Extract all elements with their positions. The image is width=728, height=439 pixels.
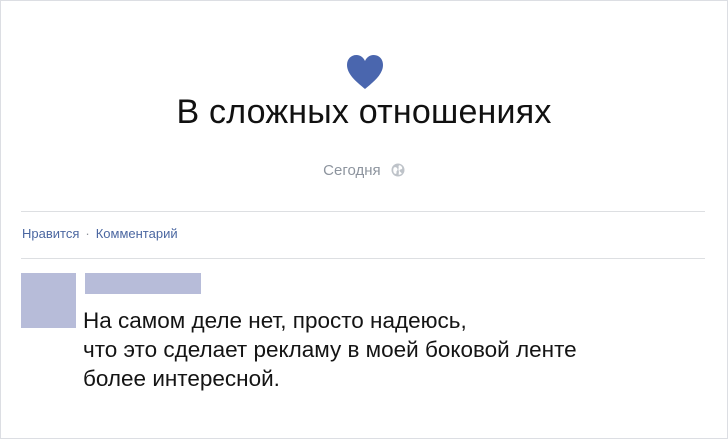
divider-top	[21, 211, 705, 212]
heart-icon	[347, 55, 383, 89]
commenter-avatar-placeholder[interactable]	[21, 273, 76, 328]
relationship-status-title: В сложных отношениях	[176, 93, 552, 131]
comment-line: На самом деле нет, просто надеюсь,	[83, 308, 467, 333]
comment-text: На самом деле нет, просто надеюсь, что э…	[83, 306, 703, 393]
comment-link[interactable]: Комментарий	[96, 226, 178, 241]
like-link[interactable]: Нравится	[22, 226, 79, 241]
post-date[interactable]: Сегодня	[323, 162, 381, 179]
post-card: В сложных отношениях Сегодня Нравится · Ко…	[0, 0, 728, 439]
commenter-name-placeholder[interactable]	[85, 273, 201, 294]
post-meta: Сегодня	[1, 162, 727, 179]
action-separator: ·	[85, 226, 90, 241]
divider-bottom	[21, 258, 705, 259]
globe-icon	[391, 163, 405, 177]
comment-line: что это сделает рекламу в моей боковой л…	[83, 337, 577, 362]
comment-line: более интересной.	[83, 366, 280, 391]
post-actions: Нравится · Комментарий	[22, 226, 178, 241]
